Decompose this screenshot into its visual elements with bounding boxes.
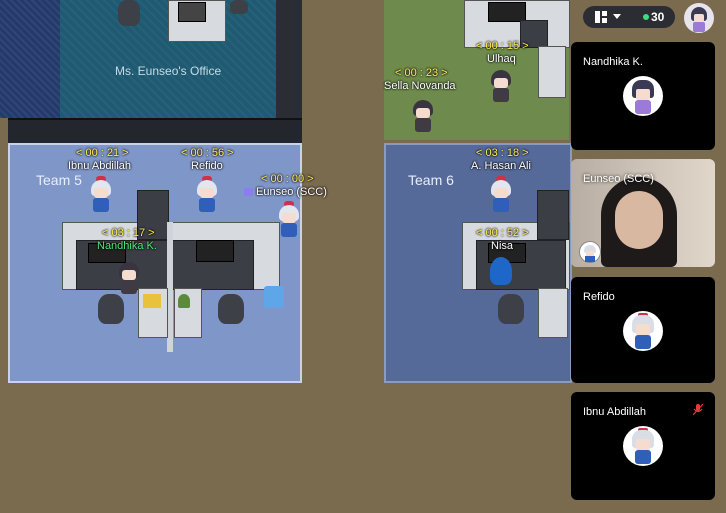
- timer-sella-novanda: < 00 : 23 >: [395, 67, 448, 79]
- plant: [178, 294, 190, 308]
- player-ibnu-abdillah[interactable]: [88, 176, 114, 214]
- office-wall-right: [276, 0, 302, 118]
- name-ibnu-abdillah: Ibnu Abdillah: [68, 160, 131, 172]
- name-ulhaq: Ulhaq: [487, 53, 516, 65]
- video-tile-nandhika[interactable]: Nandhika K.: [571, 42, 715, 150]
- desk: [538, 46, 566, 98]
- chair: [98, 294, 124, 324]
- timer-eunseo: < 00 : 00 >: [261, 173, 314, 185]
- office-label: Ms. Eunseo's Office: [115, 64, 222, 78]
- office-monitor: [178, 2, 206, 22]
- desk: [538, 288, 568, 338]
- water-cooler: [264, 286, 284, 308]
- desk: [537, 190, 569, 240]
- name-nandhika: Nandhika K.: [97, 240, 157, 252]
- video-tile-eunseo[interactable]: Eunseo (SCC): [571, 159, 715, 267]
- player-sella-novanda[interactable]: [410, 100, 436, 134]
- host-badge-icon: [244, 188, 253, 196]
- timer-nandhika: < 03 : 17 >: [102, 227, 155, 239]
- video-tile-refido[interactable]: Refido: [571, 277, 715, 383]
- online-count[interactable]: 30: [651, 10, 664, 24]
- office-chair: [118, 0, 140, 26]
- office-wall: [8, 118, 302, 145]
- office-chair: [230, 0, 248, 14]
- player-nandhika[interactable]: [116, 262, 142, 296]
- chevron-down-icon[interactable]: [613, 14, 621, 20]
- chair: [498, 294, 524, 324]
- monitor: [196, 240, 234, 262]
- player-hooded[interactable]: [490, 257, 512, 285]
- grid-layout-icon[interactable]: [595, 11, 607, 23]
- timer-ulhaq: < 00 : 15 >: [476, 40, 529, 52]
- player-eunseo[interactable]: [276, 201, 302, 239]
- chair: [218, 294, 244, 324]
- timer-nisa: < 00 : 52 >: [476, 227, 529, 239]
- mic-off-icon: [693, 404, 703, 416]
- online-status-dot: [643, 14, 649, 20]
- video-tile-ibnu-abdillah[interactable]: Ibnu Abdillah: [571, 392, 715, 500]
- name-nisa: Nisa: [491, 240, 514, 252]
- user-avatar[interactable]: [684, 3, 714, 33]
- tile-name: Eunseo (SCC): [583, 173, 654, 185]
- tile-avatar: [623, 426, 663, 466]
- player-a-hasan-ali[interactable]: [488, 176, 514, 214]
- tile-avatar: [623, 311, 663, 351]
- name-a-hasan-ali: A. Hasan Ali: [471, 160, 531, 172]
- monitor: [488, 2, 526, 22]
- player-ulhaq[interactable]: [488, 70, 514, 104]
- tile-mini-avatar: [579, 241, 601, 263]
- timer-ibnu-abdillah: < 00 : 21 >: [76, 147, 129, 159]
- timer-refido: < 00 : 56 >: [181, 147, 234, 159]
- team5-label: Team 5: [36, 172, 82, 188]
- name-sella-novanda: Sella Novanda: [384, 80, 456, 92]
- tile-name: Refido: [583, 291, 615, 303]
- tile-avatar: [623, 76, 663, 116]
- player-refido[interactable]: [194, 176, 220, 214]
- top-controls: 30: [583, 6, 675, 28]
- name-eunseo: Eunseo (SCC): [256, 186, 327, 198]
- tile-name: Ibnu Abdillah: [583, 406, 646, 418]
- team6-label: Team 6: [408, 172, 454, 188]
- timer-a-hasan-ali: < 03 : 18 >: [476, 147, 529, 159]
- name-refido: Refido: [191, 160, 223, 172]
- tile-name: Nandhika K.: [583, 56, 643, 68]
- office-carpet: [0, 0, 60, 118]
- webcam-face: [615, 191, 663, 249]
- papers: [143, 294, 161, 308]
